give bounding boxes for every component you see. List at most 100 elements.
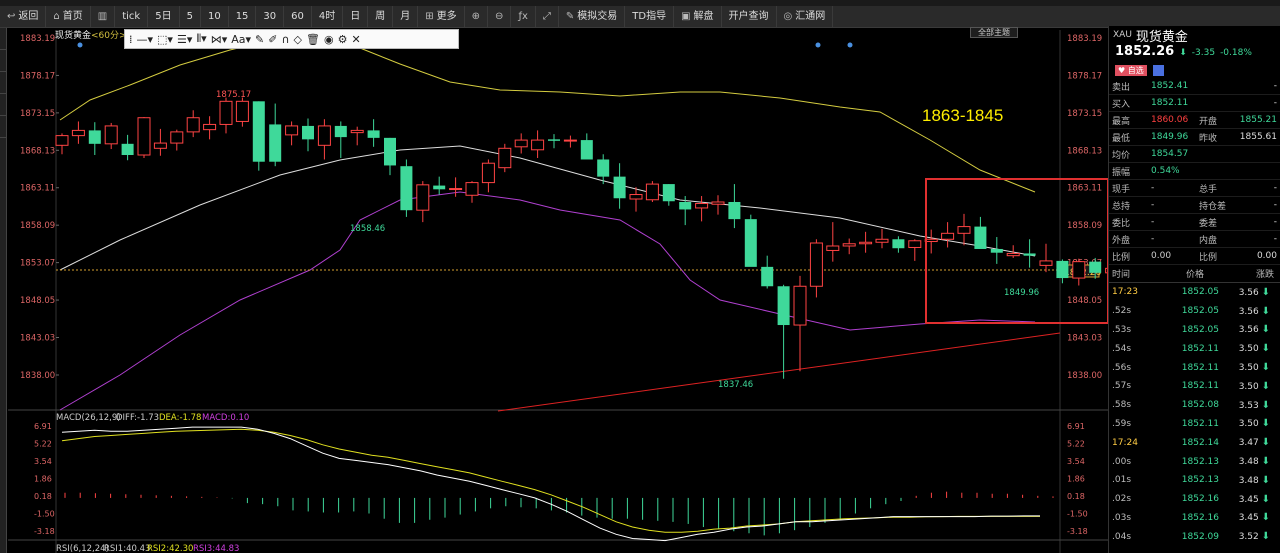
bars-tool-icon[interactable]: ⦀▾ bbox=[196, 32, 206, 46]
tick-time: .52s bbox=[1112, 306, 1132, 317]
quote-row: 最高 1860.06 开盘 1855.21 bbox=[1109, 112, 1280, 129]
down-arrow-icon: ⬇ bbox=[1261, 531, 1270, 543]
rsi-legend-2: RSI2:42.30 bbox=[147, 544, 193, 553]
tick-row[interactable]: .04s 1852.09 3.52 ⬇ bbox=[1109, 527, 1280, 546]
candle-body bbox=[433, 185, 446, 190]
quote-label-2: 比例 bbox=[1199, 252, 1218, 263]
y-tick-label-right: 1848.05 bbox=[1067, 296, 1102, 306]
quote-label: 买入 bbox=[1112, 99, 1131, 110]
low-label: 1837.46 bbox=[718, 380, 753, 390]
macd-legend-name: MACD(26,12,9) bbox=[56, 413, 121, 423]
candle-body bbox=[875, 238, 889, 243]
candle-body bbox=[137, 117, 151, 156]
candle-body bbox=[842, 243, 856, 247]
candle-body bbox=[186, 117, 200, 133]
quote-value-2: 0.00 bbox=[1256, 251, 1277, 261]
tick-row[interactable]: .59s 1852.11 3.50 ⬇ bbox=[1109, 415, 1280, 434]
drag-handle-icon[interactable]: ⁞ bbox=[129, 33, 133, 46]
high-label: 1875.17 bbox=[216, 90, 251, 100]
quote-label: 最低 bbox=[1112, 133, 1131, 144]
tick-change: 3.48 ⬇ bbox=[1238, 474, 1270, 486]
candle-body bbox=[252, 101, 265, 162]
close-icon[interactable]: ✕ bbox=[351, 33, 360, 46]
text-tool-icon[interactable]: Aa▾ bbox=[231, 33, 251, 46]
theme-button[interactable]: 全部主题 bbox=[970, 27, 1018, 38]
tick-row[interactable]: .56s 1852.11 3.50 ⬇ bbox=[1109, 358, 1280, 377]
eye-icon[interactable]: ◉ bbox=[324, 33, 334, 46]
eraser-icon[interactable]: ◇ bbox=[294, 33, 302, 46]
y-tick-label-right: 1873.15 bbox=[1067, 109, 1102, 119]
down-arrow-icon: ⬇ bbox=[1261, 286, 1270, 298]
quote-value-2: - bbox=[1273, 183, 1277, 193]
tick-row[interactable]: 17:23 1852.05 3.56 ⬇ bbox=[1109, 283, 1280, 302]
line-tool-icon[interactable]: —▾ bbox=[137, 33, 154, 46]
down-arrow-icon: ⬇ bbox=[1261, 512, 1270, 524]
annotation-text: 1863-1845 bbox=[922, 106, 1003, 125]
gear-icon[interactable]: ⚙ bbox=[338, 33, 348, 46]
tick-list[interactable]: 17:23 1852.05 3.56 ⬇ .52s 1852.05 3.56 ⬇.… bbox=[1109, 283, 1280, 546]
macd-tick: 6.91 bbox=[34, 422, 52, 431]
pattern-tool-icon[interactable]: ⋈▾ bbox=[211, 33, 228, 46]
tick-row[interactable]: .58s 1852.08 3.53 ⬇ bbox=[1109, 396, 1280, 415]
candle-body bbox=[957, 226, 971, 234]
price-chart[interactable]: 1883.19 1883.19 1878.17 1878.17 1873.15 1873.… bbox=[0, 0, 1108, 553]
macd-tick-right: 0.18 bbox=[1067, 492, 1085, 501]
quote-label: 振幅 bbox=[1112, 167, 1131, 178]
tick-row[interactable]: .54s 1852.11 3.50 ⬇ bbox=[1109, 339, 1280, 358]
macd-tick-right: -3.18 bbox=[1067, 527, 1088, 536]
tick-time: .01s bbox=[1112, 475, 1132, 486]
candle-body bbox=[334, 125, 347, 138]
quote-value: - bbox=[1151, 217, 1155, 227]
quote-row: 均价 1854.57 bbox=[1109, 146, 1280, 163]
down-arrow-icon: ⬇ bbox=[1261, 437, 1270, 449]
brush-icon[interactable]: ✐ bbox=[268, 33, 277, 46]
candle-body bbox=[629, 194, 643, 200]
tick-change: 3.50 ⬇ bbox=[1238, 418, 1270, 430]
candle-body bbox=[71, 129, 85, 137]
quote-row: 现手 - 总手 - bbox=[1109, 180, 1280, 197]
marker-dot bbox=[815, 42, 821, 48]
quote-label: 卖出 bbox=[1112, 82, 1131, 93]
tick-row[interactable]: .52s 1852.05 3.56 ⬇ bbox=[1109, 302, 1280, 321]
tick-row[interactable]: 17:24 1852.14 3.47 ⬇ bbox=[1109, 433, 1280, 452]
candle-body bbox=[55, 135, 69, 146]
tick-time: .58s bbox=[1112, 400, 1132, 411]
y-tick-label-right: 1868.13 bbox=[1067, 146, 1102, 156]
bell-icon[interactable] bbox=[1152, 64, 1164, 76]
tick-row[interactable]: .01s 1852.13 3.48 ⬇ bbox=[1109, 471, 1280, 490]
tick-row[interactable]: .57s 1852.11 3.50 ⬇ bbox=[1109, 377, 1280, 396]
rsi-legend-3: RSI3:44.83 bbox=[193, 544, 239, 553]
macd-legend-diff: DIFF:-1.73 bbox=[116, 413, 159, 423]
candle-body bbox=[728, 201, 741, 220]
quote-label-2: 开盘 bbox=[1199, 116, 1218, 127]
tick-row[interactable]: .53s 1852.05 3.56 ⬇ bbox=[1109, 321, 1280, 340]
quote-row: 买入 1852.11 - bbox=[1109, 95, 1280, 112]
candle-body bbox=[679, 201, 692, 210]
chart-title: 现货黄金<60分> bbox=[55, 28, 127, 41]
macd-legend-macd: MACD:0.10 bbox=[202, 413, 249, 423]
watchlist-button[interactable]: ♥ 自选 bbox=[1115, 64, 1147, 76]
candle-body bbox=[695, 202, 709, 209]
quote-value: 0.00 bbox=[1151, 251, 1172, 261]
candle-body bbox=[744, 219, 757, 267]
tick-row[interactable]: .03s 1852.16 3.45 ⬇ bbox=[1109, 509, 1280, 528]
candle-body bbox=[416, 184, 430, 211]
tick-row[interactable]: .02s 1852.16 3.45 ⬇ bbox=[1109, 490, 1280, 509]
down-arrow-icon: ⬇ bbox=[1261, 324, 1270, 336]
fibonacci-tool-icon[interactable]: ☰▾ bbox=[177, 33, 192, 46]
candle-body bbox=[449, 188, 463, 191]
trash-icon[interactable]: 🗑 bbox=[306, 33, 320, 46]
shape-tool-icon[interactable]: ⬚▾ bbox=[157, 33, 173, 46]
candle-body bbox=[219, 100, 233, 125]
y-tick-label: 1858.09 bbox=[20, 221, 55, 231]
candle-body bbox=[170, 131, 184, 144]
tick-change: 3.48 ⬇ bbox=[1238, 456, 1270, 468]
pencil-icon[interactable]: ✎ bbox=[255, 33, 264, 46]
macd-tick: 1.86 bbox=[34, 475, 52, 484]
chart-period: <60分> bbox=[91, 31, 127, 41]
quote-value-2: - bbox=[1273, 81, 1277, 91]
tick-time: .02s bbox=[1112, 494, 1132, 505]
tick-row[interactable]: .00s 1852.13 3.48 ⬇ bbox=[1109, 452, 1280, 471]
quote-label: 最高 bbox=[1112, 116, 1131, 127]
magnet-icon[interactable]: ∩ bbox=[281, 33, 289, 46]
